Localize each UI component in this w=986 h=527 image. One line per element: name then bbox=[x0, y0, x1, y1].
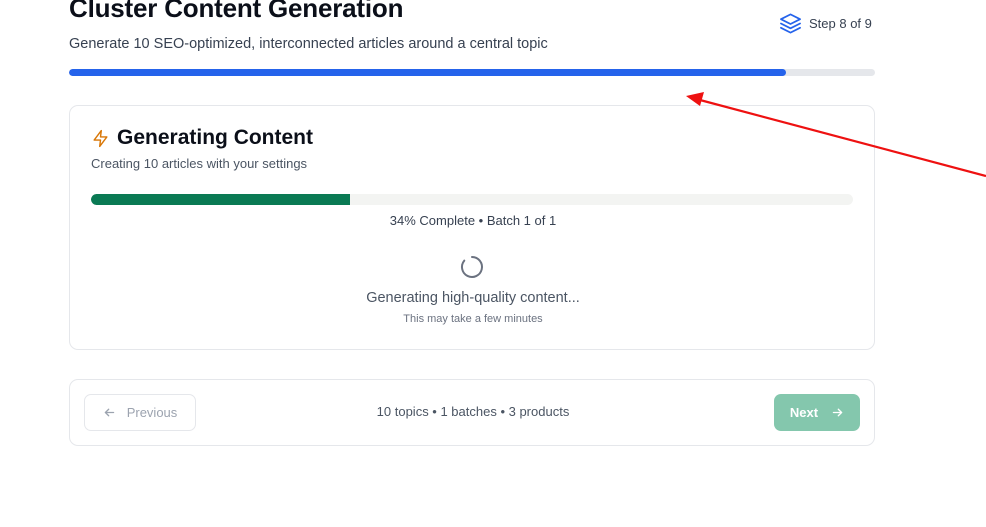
generation-progress-fill bbox=[91, 194, 351, 205]
next-button-label: Next bbox=[789, 405, 819, 420]
generation-progress-bar bbox=[91, 194, 853, 205]
footer-summary: 10 topics • 1 batches • 3 products bbox=[376, 404, 570, 419]
layers-icon bbox=[779, 12, 802, 35]
generation-status-message: Generating high-quality content... bbox=[366, 290, 580, 306]
generation-status-hint: This may take a few minutes bbox=[403, 313, 543, 325]
overall-progress-bar bbox=[69, 69, 875, 76]
next-button[interactable]: Next bbox=[774, 394, 860, 431]
card-description: Creating 10 articles with your settings bbox=[91, 156, 308, 171]
card-title: Generating Content bbox=[117, 126, 314, 149]
wizard-footer: Previous 10 topics • 1 batches • 3 produ… bbox=[69, 379, 875, 446]
step-label: Step 8 of 9 bbox=[809, 16, 872, 31]
card-header: Generating Content bbox=[91, 126, 313, 150]
progress-status-text: 34% Complete • Batch 1 of 1 bbox=[389, 213, 557, 228]
overall-progress-fill bbox=[69, 69, 787, 76]
page-title: Cluster Content Generation bbox=[69, 0, 404, 23]
bolt-icon bbox=[91, 129, 110, 148]
loading-spinner-icon bbox=[459, 254, 485, 280]
arrow-right-icon bbox=[831, 406, 844, 419]
page-subtitle: Generate 10 SEO-optimized, interconnecte… bbox=[69, 36, 548, 52]
generation-card: Generating Content Creating 10 articles … bbox=[69, 105, 875, 350]
step-indicator: Step 8 of 9 bbox=[779, 12, 872, 35]
